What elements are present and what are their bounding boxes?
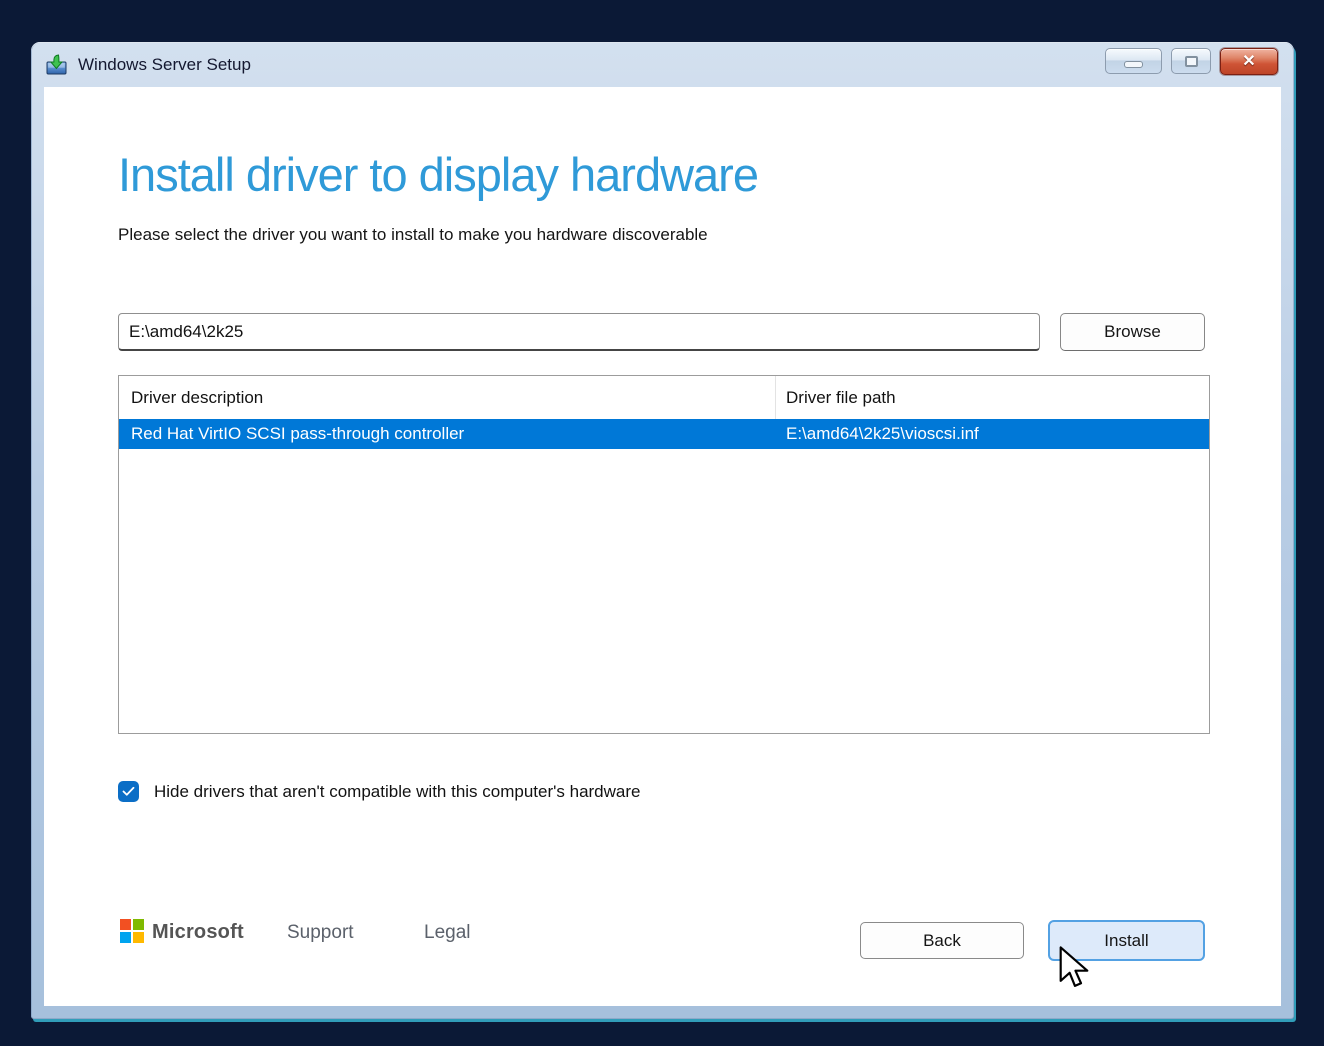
close-button[interactable]: ✕: [1220, 48, 1278, 75]
back-button[interactable]: Back: [860, 922, 1024, 959]
desktop-background: { "window": { "title": "Windows Server S…: [0, 0, 1324, 1046]
close-icon: ✕: [1242, 54, 1255, 70]
legal-link[interactable]: Legal: [424, 922, 471, 944]
driver-list-header: Driver description Driver file path: [119, 376, 1209, 419]
minimize-icon: [1124, 61, 1143, 68]
driver-path-input[interactable]: [118, 313, 1040, 351]
browse-button[interactable]: Browse: [1060, 313, 1205, 351]
minimize-button[interactable]: [1105, 48, 1162, 74]
driver-file-path-cell: E:\amd64\2k25\vioscsi.inf: [786, 424, 979, 444]
setup-window: Windows Server Setup ✕ Install driver to…: [31, 42, 1294, 1019]
install-driver-icon: [45, 54, 69, 76]
logo-square-green: [133, 919, 144, 930]
checkmark-icon: [122, 786, 135, 797]
page-subtitle: Please select the driver you want to ins…: [118, 225, 708, 245]
hide-incompatible-row: Hide drivers that aren't compatible with…: [118, 781, 640, 802]
logo-square-red: [120, 919, 131, 930]
hide-incompatible-checkbox[interactable]: [118, 781, 139, 802]
driver-description-cell: Red Hat VirtIO SCSI pass-through control…: [131, 424, 464, 444]
window-title: Windows Server Setup: [78, 55, 251, 75]
logo-square-yellow: [133, 932, 144, 943]
microsoft-logo-icon: [120, 919, 144, 943]
maximize-button[interactable]: [1171, 48, 1211, 74]
logo-square-blue: [120, 932, 131, 943]
window-controls: ✕: [1105, 48, 1278, 75]
column-header-description[interactable]: Driver description: [131, 376, 263, 419]
content-area: Install driver to display hardware Pleas…: [44, 87, 1281, 1006]
install-button[interactable]: Install: [1048, 920, 1205, 961]
title-bar[interactable]: Windows Server Setup ✕: [31, 42, 1294, 87]
driver-list: Driver description Driver file path Red …: [118, 375, 1210, 734]
maximize-icon: [1185, 56, 1198, 67]
hide-incompatible-label[interactable]: Hide drivers that aren't compatible with…: [154, 782, 640, 802]
column-header-file-path[interactable]: Driver file path: [786, 376, 896, 419]
page-title: Install driver to display hardware: [118, 147, 758, 202]
column-divider: [775, 376, 776, 419]
driver-row-selected[interactable]: Red Hat VirtIO SCSI pass-through control…: [119, 419, 1209, 449]
support-link[interactable]: Support: [287, 922, 354, 944]
brand-name: Microsoft: [152, 921, 244, 944]
